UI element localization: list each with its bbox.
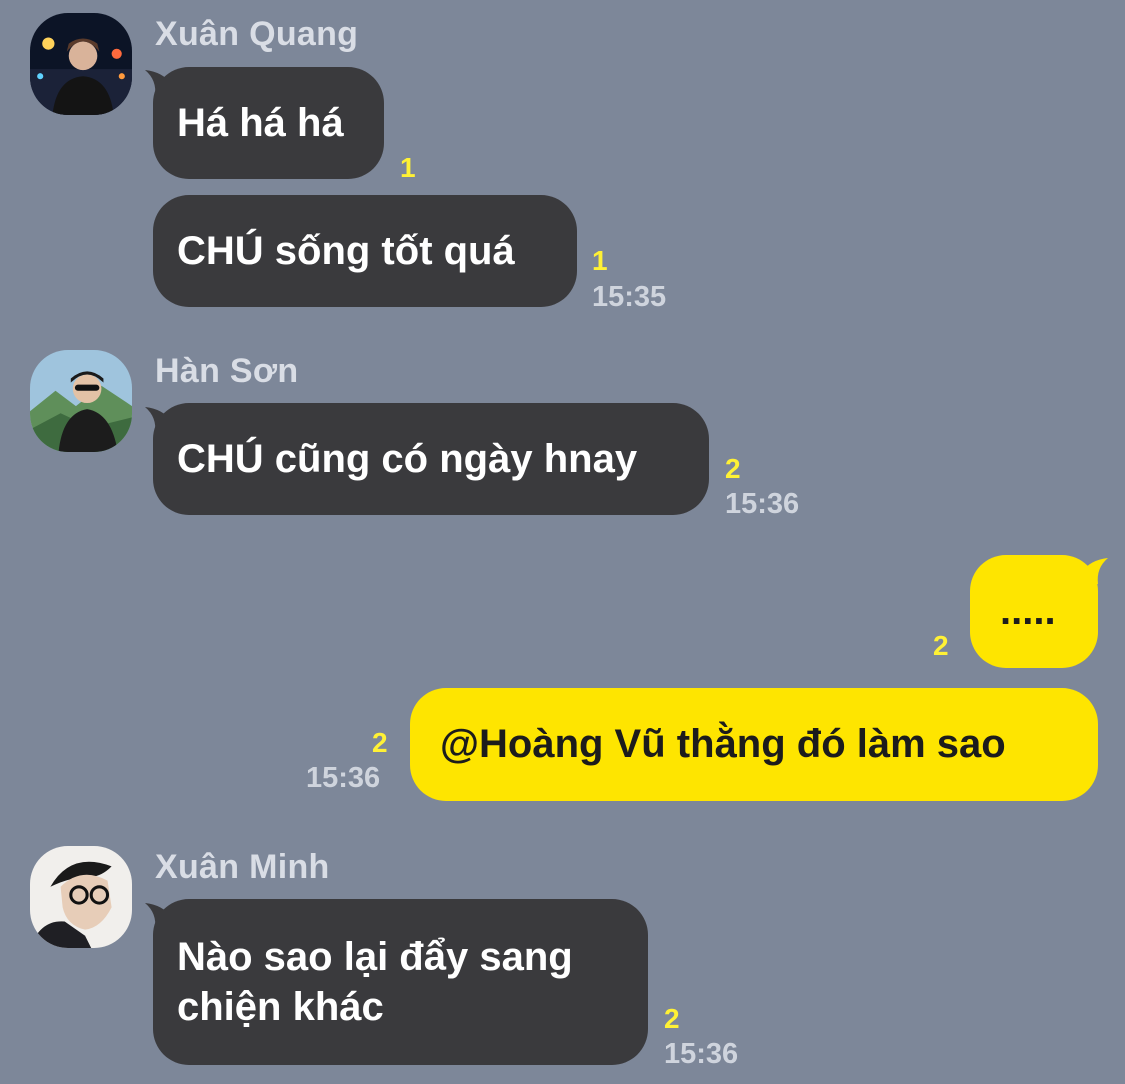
unread-count: 2 xyxy=(372,727,388,758)
message-text-line: Nào sao lại đẩy sang xyxy=(177,935,573,979)
message-bubble[interactable]: CHÚ sống tốt quá xyxy=(153,195,577,307)
user-photo-icon xyxy=(30,13,132,115)
message-text: ..... xyxy=(1000,589,1056,633)
avatar-xuan-quang[interactable] xyxy=(30,13,132,115)
message-bubble[interactable]: @Hoàng Vũ thằng đó làm sao xyxy=(410,688,1098,801)
message-text: @Hoàng Vũ thằng đó làm sao xyxy=(440,722,1006,766)
message-text: Há há há xyxy=(177,101,344,145)
unread-count: 2 xyxy=(664,1003,680,1034)
unread-count: 2 xyxy=(725,453,741,484)
sender-name: Hàn Sơn xyxy=(155,352,299,390)
message-bubble[interactable]: Nào sao lại đẩy sang chiện khác xyxy=(153,899,648,1065)
message-timestamp: 15:36 xyxy=(306,762,381,794)
message-text: CHÚ cũng có ngày hnay xyxy=(177,437,638,481)
message-bubble[interactable]: Há há há xyxy=(153,67,384,179)
avatar-han-son[interactable] xyxy=(30,350,132,452)
message-timestamp: 15:36 xyxy=(725,488,800,520)
unread-count: 1 xyxy=(592,245,608,276)
message-timestamp: 15:35 xyxy=(592,281,667,313)
user-photo-icon xyxy=(30,350,132,452)
unread-count: 1 xyxy=(400,152,416,183)
avatar-xuan-minh[interactable] xyxy=(30,846,132,948)
message-bubble[interactable]: CHÚ cũng có ngày hnay xyxy=(153,403,709,515)
sender-name: Xuân Quang xyxy=(155,15,359,53)
sender-name: Xuân Minh xyxy=(155,848,330,886)
user-photo-icon xyxy=(30,846,132,948)
message-timestamp: 15:36 xyxy=(664,1038,739,1070)
message-text-line: chiện khác xyxy=(177,985,384,1029)
message-text: CHÚ sống tốt quá xyxy=(177,229,515,273)
unread-count: 2 xyxy=(933,630,949,661)
message-bubble[interactable]: ..... xyxy=(970,555,1098,668)
